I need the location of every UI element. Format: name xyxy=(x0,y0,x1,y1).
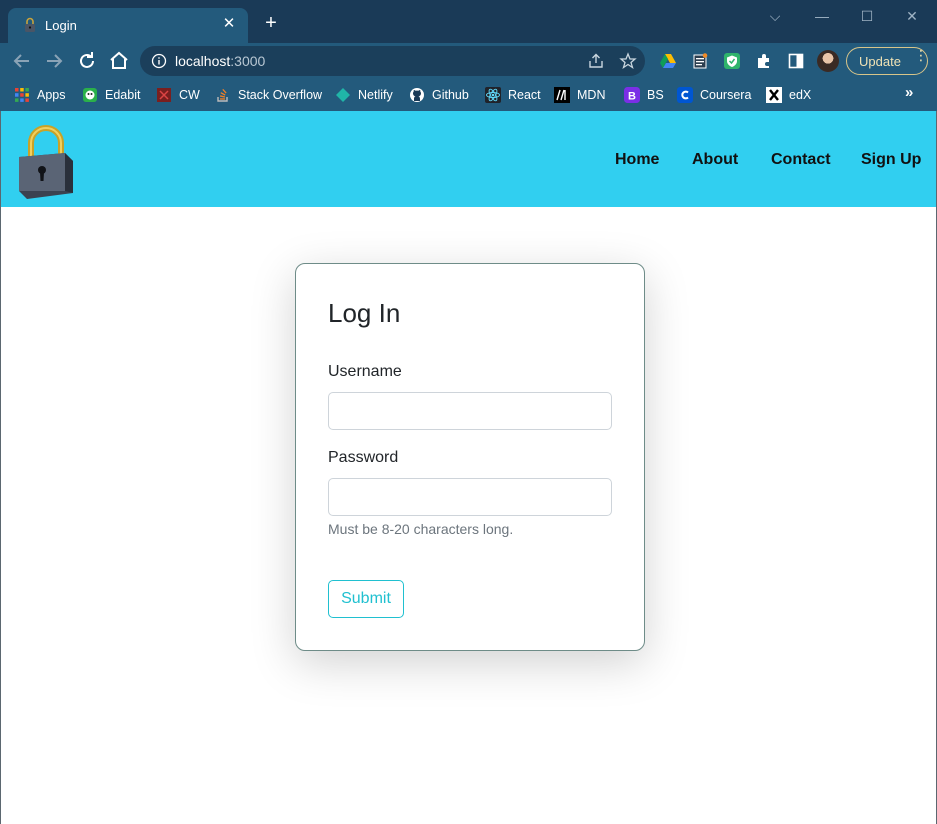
browser-menu-icon[interactable]: ⋮ xyxy=(914,48,928,62)
padlock-icon[interactable] xyxy=(13,121,77,201)
codewars-icon xyxy=(157,88,171,102)
bookmark-label: Github xyxy=(432,88,469,102)
padlock-icon xyxy=(25,17,35,32)
stackoverflow-icon xyxy=(217,88,228,102)
coursera-icon xyxy=(677,87,693,103)
bookmark-edx[interactable]: edX xyxy=(766,85,811,105)
nav-about-link[interactable]: About xyxy=(692,151,738,169)
site-navbar: Home About Contact Sign Up xyxy=(1,111,936,207)
bookmark-stack-overflow[interactable]: Stack Overflow xyxy=(215,85,322,105)
username-input[interactable] xyxy=(328,392,612,430)
more-bookmarks-icon[interactable]: » xyxy=(905,84,913,101)
nav-contact-link[interactable]: Contact xyxy=(771,151,831,169)
update-button-label: Update xyxy=(859,54,901,69)
update-browser-button[interactable]: Update ⋮ xyxy=(846,47,928,75)
url-port: :3000 xyxy=(230,53,266,69)
bookmark-bs[interactable]: B BS xyxy=(624,85,664,105)
bookmark-label: MDN xyxy=(577,88,606,102)
password-label: Password xyxy=(328,449,399,466)
notes-extension-icon[interactable] xyxy=(691,52,709,70)
close-window-button[interactable]: ✕ xyxy=(901,6,923,26)
bookmark-label: edX xyxy=(789,88,812,102)
browser-toolbar: localhost:3000 xyxy=(0,43,937,79)
reload-icon[interactable] xyxy=(75,49,99,73)
side-panel-icon[interactable] xyxy=(787,52,805,70)
login-title: Log In xyxy=(328,298,401,328)
share-icon[interactable] xyxy=(587,52,605,70)
bookmark-star-icon[interactable] xyxy=(619,52,637,70)
maximize-window-button[interactable]: ☐ xyxy=(856,6,878,26)
bookmark-edabit[interactable]: Edabit xyxy=(82,85,140,105)
bookmark-label: Coursera xyxy=(700,88,752,102)
url-text: localhost:3000 xyxy=(175,53,265,69)
google-drive-icon[interactable] xyxy=(659,52,677,70)
bookmark-github[interactable]: Github xyxy=(409,85,469,105)
bookmark-label: Stack Overflow xyxy=(238,88,323,102)
bookmark-label: Netlify xyxy=(358,88,393,102)
svg-text:B: B xyxy=(628,90,636,102)
netlify-icon xyxy=(336,88,350,102)
tab-title: Login xyxy=(45,18,77,33)
username-label: Username xyxy=(328,363,402,380)
bookmark-apps[interactable]: Apps xyxy=(14,85,66,105)
close-tab-icon[interactable]: ✕ xyxy=(220,15,238,33)
site-info-icon[interactable] xyxy=(151,53,167,69)
profile-avatar[interactable] xyxy=(817,50,839,72)
password-help-text: Must be 8-20 characters long. xyxy=(328,521,514,537)
bookmark-netlify[interactable]: Netlify xyxy=(335,85,393,105)
bookmark-label: CW xyxy=(179,88,200,102)
forward-icon[interactable] xyxy=(42,49,66,73)
apps-grid-icon xyxy=(15,88,29,102)
shield-extension-icon[interactable] xyxy=(723,52,741,70)
back-icon[interactable] xyxy=(10,49,34,73)
github-icon xyxy=(410,88,424,102)
login-card: Log In Username Password Must be 8-20 ch… xyxy=(295,263,645,651)
submit-button[interactable]: Submit xyxy=(328,580,404,618)
nav-home-link[interactable]: Home xyxy=(615,151,659,169)
new-tab-button[interactable]: + xyxy=(262,13,280,33)
bookmark-react[interactable]: React xyxy=(485,85,541,105)
extensions-puzzle-icon[interactable] xyxy=(755,52,773,70)
bookmark-coursera[interactable]: Coursera xyxy=(677,85,751,105)
tab-search-icon[interactable]: ⌵ xyxy=(764,6,786,26)
nav-signup-link[interactable]: Sign Up xyxy=(861,151,921,169)
bookmark-label: Edabit xyxy=(105,88,141,102)
edx-icon xyxy=(766,87,782,103)
browser-tab-login[interactable]: Login ✕ xyxy=(8,8,248,43)
password-input[interactable] xyxy=(328,478,612,516)
url-host: localhost xyxy=(175,53,231,69)
minimize-window-button[interactable]: — xyxy=(811,6,833,26)
mdn-icon xyxy=(554,87,570,103)
react-icon xyxy=(485,87,501,103)
home-icon[interactable] xyxy=(107,49,131,73)
page-content: Home About Contact Sign Up Log In Userna… xyxy=(0,111,937,824)
bookmark-label: React xyxy=(508,88,541,102)
bootstrap-icon: B xyxy=(624,87,640,103)
browser-tab-strip: Login ✕ + ⌵ — ☐ ✕ xyxy=(0,0,937,43)
bookmarks-bar: Apps Edabit CW Stack Overflow Netlify Gi… xyxy=(0,79,937,111)
edabit-icon xyxy=(83,88,97,102)
bookmark-label: BS xyxy=(647,88,664,102)
bookmark-mdn[interactable]: MDN xyxy=(554,85,605,105)
bookmark-label: Apps xyxy=(37,88,66,102)
bookmark-cw[interactable]: CW xyxy=(156,85,200,105)
address-bar[interactable]: localhost:3000 xyxy=(140,46,645,76)
